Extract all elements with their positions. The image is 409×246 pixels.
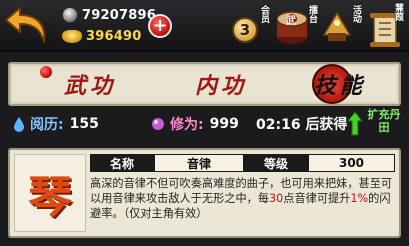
arena-button[interactable]: 武 擂台 <box>272 3 317 49</box>
tab-inner-arts-label: 内功 <box>194 73 247 99</box>
cultivation-label: 修为: <box>170 117 204 133</box>
vip-label: 会员 <box>259 5 269 23</box>
skill-name-value: 音律 <box>154 154 244 172</box>
gold-ingot-icon <box>62 29 82 43</box>
add-currency-button[interactable]: + <box>148 14 172 38</box>
vip-level-badge: 3 <box>232 17 258 43</box>
silver-coin-icon <box>62 7 78 23</box>
stats-row: 阅历: 155 修为: 999 02:16 后获得 扩充丹田 <box>0 108 409 140</box>
skill-name-header: 名称 <box>90 154 154 172</box>
skill-category-tabs: 武功 内功 技能 <box>8 62 401 106</box>
gold-amount: 396490 <box>86 28 142 44</box>
spirit-orb-icon <box>152 118 164 130</box>
expand-dantian-button[interactable]: 扩充丹田 <box>346 108 404 140</box>
desc-text-2: 点音律可提升 <box>283 192 351 205</box>
skill-info-table: 名称 音律 等级 300 <box>90 154 395 172</box>
silver-amount: 79207896 <box>82 7 156 23</box>
back-arrow-icon[interactable] <box>2 2 54 48</box>
vip-button[interactable]: 3 会员 <box>228 3 272 49</box>
scroll-label: 蒹葭 <box>393 3 403 21</box>
skill-level-value: 300 <box>308 154 395 172</box>
experience-value: 155 <box>69 116 99 132</box>
tab-inner-arts[interactable]: 内功 <box>176 64 266 104</box>
tab-skills[interactable]: 技能 <box>308 64 372 104</box>
skill-detail-panel: 琴 名称 音律 等级 300 高深的音律不但可吹奏高难度的曲子，也可用来把妹，甚… <box>8 148 401 238</box>
event-button[interactable]: 活动 <box>318 3 362 49</box>
tab-martial-arts[interactable]: 武功 <box>45 64 135 104</box>
arena-drum-label: 武 <box>286 16 296 27</box>
cultivation-stat: 修为: 999 <box>150 114 239 134</box>
skill-level-header: 等级 <box>244 154 308 172</box>
experience-label: 阅历: <box>30 117 64 133</box>
water-drop-icon <box>14 117 24 132</box>
silver-resource: 79207896 <box>62 6 156 24</box>
cultivation-timer: 02:16 后获得 <box>256 117 348 133</box>
skill-description: 高深的音律不但可吹奏高难度的曲子，也可用来把妹，甚至可以用音律来攻击敌人于无形之… <box>90 176 395 234</box>
experience-stat: 阅历: 155 <box>12 114 99 134</box>
scroll-button[interactable]: 蒹葭 <box>362 3 406 49</box>
desc-highlight-points: 30 <box>269 192 284 205</box>
tab-skills-label: 技能 <box>313 73 366 99</box>
cultivation-value: 999 <box>209 116 239 132</box>
skill-emblem-char: 琴 <box>28 172 72 223</box>
top-bar: 79207896 396490 + 3 会员 武 擂台 活动 蒹葭 <box>0 0 409 52</box>
tab-martial-arts-label: 武功 <box>63 73 116 99</box>
expand-dantian-label: 扩充丹田 <box>367 108 401 134</box>
desc-highlight-percent: 1% <box>350 192 369 205</box>
skill-emblem: 琴 <box>14 154 86 232</box>
lantern-icon <box>322 11 352 41</box>
up-arrow-icon <box>347 111 363 136</box>
gold-resource: 396490 <box>62 27 141 45</box>
